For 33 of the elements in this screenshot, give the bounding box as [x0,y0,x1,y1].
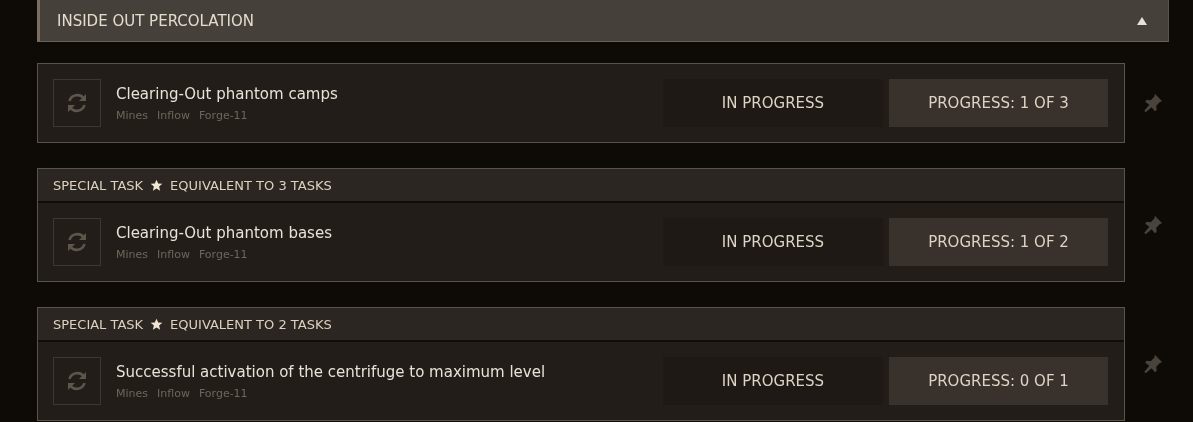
pin-icon[interactable] [1142,214,1164,236]
task-tag: Mines [116,108,149,122]
progress-label: PROGRESS: 0 OF 1 [889,357,1108,405]
progress-label: PROGRESS: 1 OF 3 [889,79,1108,127]
progress-label: PROGRESS: 1 OF 2 [889,218,1108,266]
star-icon [150,178,164,192]
task-tag: Mines [116,386,149,400]
pin-icon[interactable] [1142,92,1164,114]
task-tag: Forge-11 [198,108,248,122]
task-tag: Forge-11 [198,247,248,261]
collapse-icon[interactable] [1136,15,1148,26]
refresh-icon [65,369,89,393]
equivalent-label: EQUIVALENT TO 3 TASKS [170,177,332,193]
refresh-icon [65,230,89,254]
status-label: IN PROGRESS [663,218,883,266]
task-title: Clearing-Out phantom camps [116,84,339,103]
star-icon [150,317,164,331]
task-title: Successful activation of the centrifuge to maximum level [116,362,547,381]
section-title: INSIDE OUT PERCOLATION [57,11,255,30]
status-label: IN PROGRESS [663,357,883,405]
special-task-label: SPECIAL TASK [53,177,144,193]
task-tag: Inflow [157,386,190,400]
task-tag: Inflow [157,247,190,261]
equivalent-label: EQUIVALENT TO 2 TASKS [170,316,332,332]
status-label: IN PROGRESS [663,79,883,127]
task-title: Clearing-Out phantom bases [116,223,333,242]
pin-icon[interactable] [1142,353,1164,375]
task-tag: Inflow [157,108,190,122]
task-tag: Mines [116,247,149,261]
refresh-icon [65,91,89,115]
section-header[interactable]: INSIDE OUT PERCOLATION [37,0,1169,42]
special-task-label: SPECIAL TASK [53,316,144,332]
task-tag: Forge-11 [198,386,248,400]
